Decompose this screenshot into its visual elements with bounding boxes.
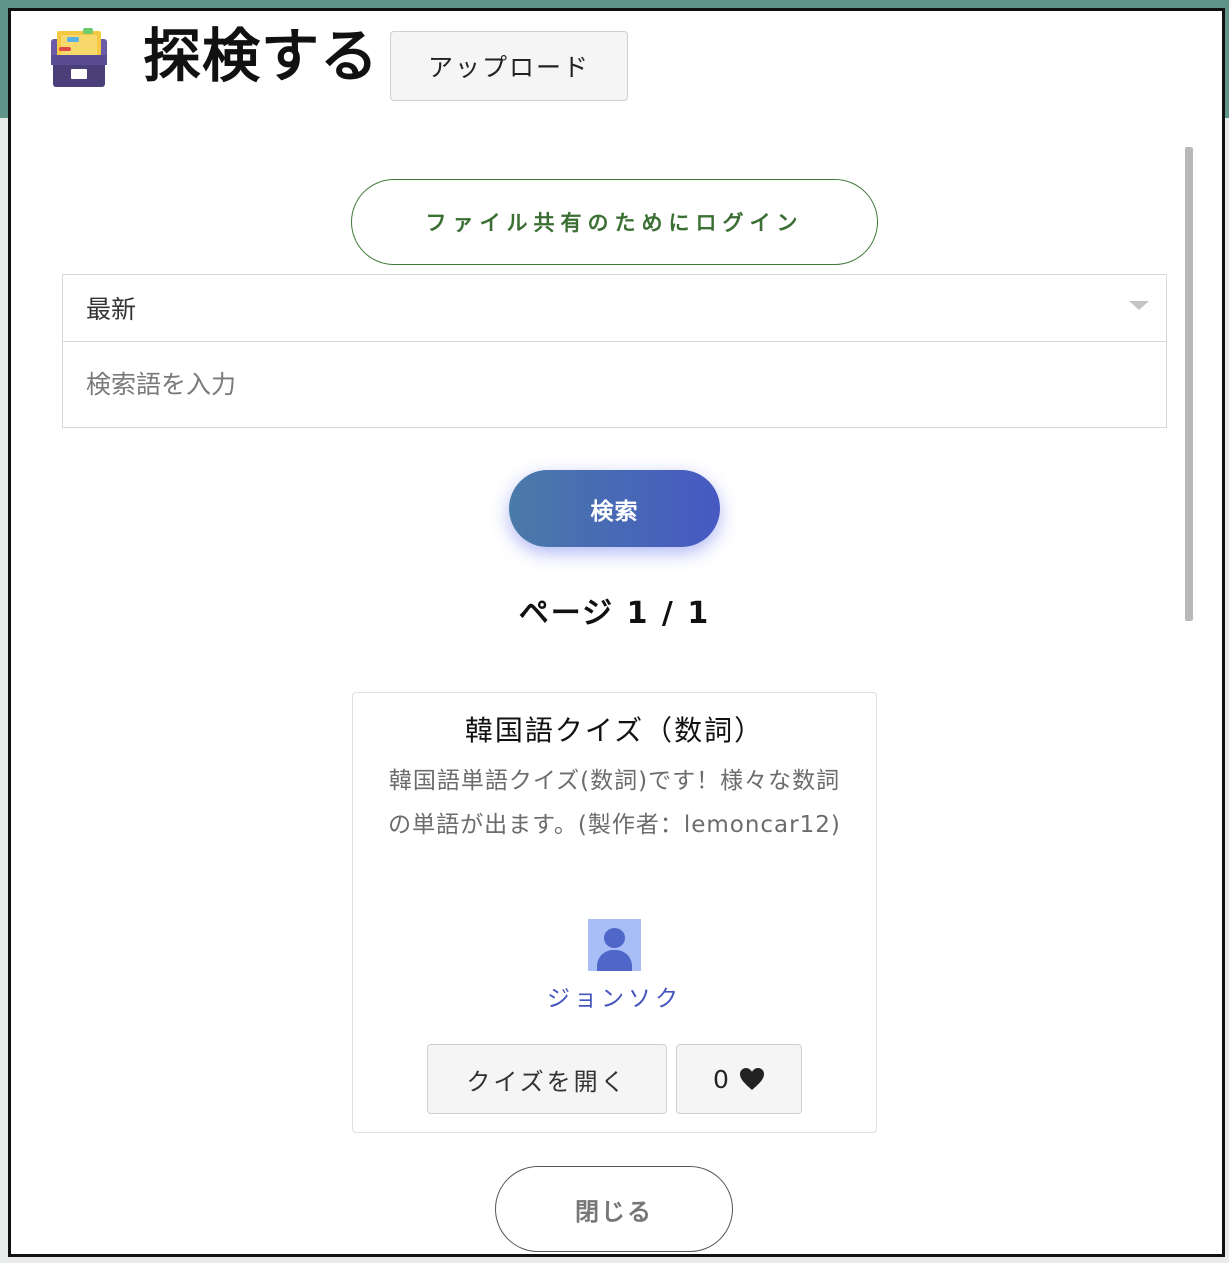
avatar-head	[604, 928, 625, 948]
search-button[interactable]: 検索	[509, 470, 720, 547]
sort-select[interactable]: 最新	[62, 274, 1167, 342]
quiz-title: 韓国語クイズ（数詞）	[464, 714, 765, 747]
sort-selected-value: 最新	[86, 295, 137, 324]
open-quiz-button[interactable]: クイズを開く	[427, 1044, 667, 1114]
like-count: 0	[713, 1064, 729, 1094]
page-title: 探検する	[143, 22, 380, 90]
search-input[interactable]	[62, 341, 1167, 428]
avatar-body	[597, 950, 632, 971]
explore-dialog: 探検する アップロード ファイル共有のためにログイン 最新 検索 ページ 1 /…	[8, 8, 1225, 1257]
like-button[interactable]: 0	[676, 1044, 802, 1114]
page-indicator: ページ 1 / 1	[518, 596, 711, 631]
quiz-card: 韓国語クイズ（数詞） 韓国語単語クイズ(数詞)です！様々な数詞の単語が出ます。(…	[352, 692, 877, 1133]
quiz-description: 韓国語単語クイズ(数詞)です！様々な数詞の単語が出ます。(製作者：lemonca…	[388, 768, 841, 838]
heart-icon	[739, 1068, 764, 1090]
close-button[interactable]: 閉じる	[495, 1166, 733, 1252]
upload-button[interactable]: アップロード	[390, 31, 628, 101]
login-button[interactable]: ファイル共有のためにログイン	[351, 179, 878, 265]
scrollbar-thumb[interactable]	[1185, 147, 1193, 621]
avatar[interactable]	[588, 919, 641, 971]
chevron-down-icon	[1129, 301, 1149, 310]
author-link[interactable]: ジョンソク	[353, 979, 876, 1013]
card-file-box-icon	[51, 28, 107, 87]
